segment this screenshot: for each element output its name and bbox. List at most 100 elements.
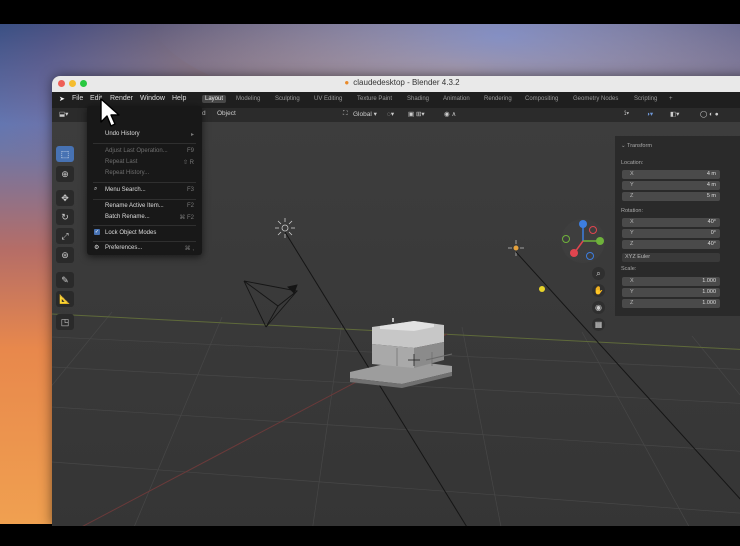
rotation-label: Rotation: [621,208,644,214]
field-axis: X [630,219,634,225]
document-icon: ● [344,78,350,87]
title-bar: ● claudedesktop - Blender 4.3.2 [52,76,740,93]
tab-rendering[interactable]: Rendering [481,95,515,103]
field-value: 1.000 [702,289,716,295]
menu-item-adjust-last-operation[interactable]: Adjust Last Operation... [105,148,168,154]
menu-separator [93,199,196,200]
scale-tool-icon[interactable]: ⤢ [56,228,74,244]
perspective-grid-icon[interactable]: ▦ [592,318,605,331]
chevron-down-icon: ▾ [373,111,377,118]
rotation-x-field[interactable]: X 40° [622,218,720,227]
lock-object-modes-checkbox[interactable]: ✓ [94,229,100,235]
rotation-mode-value: XYZ Euler [625,254,651,260]
menu-help[interactable]: Help [172,95,186,102]
field-axis: Z [630,241,634,247]
location-x-field[interactable]: X 4 m [622,170,720,179]
blender-logo-icon[interactable]: ➤ [59,95,65,103]
overlays-icon[interactable]: ◑▾ [646,110,653,118]
field-axis: X [630,171,634,177]
field-value: 5 m [706,193,716,199]
transform-header[interactable]: ⌄ Transform [621,143,652,149]
select-box-tool-icon[interactable]: ⬚ [56,146,74,162]
measure-tool-icon[interactable]: 📐 [56,291,74,307]
scale-label: Scale: [621,266,637,272]
viewport-gizmos-icon[interactable]: ⟟▾ [624,110,629,118]
menu-file[interactable]: File [72,95,83,102]
location-z-field[interactable]: Z 5 m [622,192,720,201]
rotation-mode-dropdown[interactable]: XYZ Euler [622,253,720,262]
location-label: Location: [621,160,644,166]
field-axis: Y [630,230,634,236]
window-title-text: claudedesktop - Blender 4.3.2 [353,78,460,87]
annotate-tool-icon[interactable]: ✎ [56,272,74,288]
add-menu[interactable]: d [202,110,206,117]
pan-hand-icon[interactable]: ✋ [592,284,605,297]
cursor-tool-icon[interactable]: ⊕ [56,166,74,182]
menu-separator [93,182,196,183]
tab-scripting[interactable]: Scripting [631,95,660,103]
menu-item-preferences[interactable]: Preferences... [105,245,142,251]
menu-item-rename-active-item[interactable]: Rename Active Item... [105,203,164,209]
menu-shortcut: F9 [186,148,194,154]
transform-header-label: Transform [627,143,652,149]
navigation-gizmo[interactable] [560,218,606,264]
field-value: 40° [707,219,716,225]
tab-compositing[interactable]: Compositing [522,95,561,103]
field-axis: Y [630,182,634,188]
orientation-value: Global [353,111,372,118]
transform-orientation-dropdown[interactable]: Global ▾ [353,110,377,118]
proportional-edit-icon[interactable]: ◉ ∧ [444,110,456,118]
scale-x-field[interactable]: X 1.000 [622,277,720,286]
tab-shading[interactable]: Shading [404,95,432,103]
search-icon: ⌕ [94,186,98,192]
object-menu[interactable]: Object [217,110,236,117]
location-y-field[interactable]: Y 4 m [622,181,720,190]
field-value: 1.000 [702,300,716,306]
add-workspace-button[interactable]: + [666,95,676,103]
move-tool-icon[interactable]: ✥ [56,190,74,206]
menu-separator [93,241,196,242]
field-value: 1.000 [702,278,716,284]
transform-tool-icon[interactable]: ⊛ [56,247,74,263]
scale-z-field[interactable]: Z 1.000 [622,299,720,308]
axis-gizmo-icon [561,219,605,263]
rotation-y-field[interactable]: Y 0° [622,229,720,238]
rotate-tool-icon[interactable]: ↻ [56,209,74,225]
xray-icon[interactable]: ◧▾ [670,110,679,118]
tab-modeling[interactable]: Modeling [233,95,263,103]
field-axis: Z [630,300,634,306]
zoom-icon[interactable]: ⌕ [592,267,605,280]
menu-item-batch-rename[interactable]: Batch Rename... [105,214,150,220]
menu-window[interactable]: Window [140,95,165,102]
editor-type-icon[interactable]: ⬓▾ [59,110,68,118]
field-value: 4 m [706,182,716,188]
menu-item-menu-search[interactable]: Menu Search... [105,187,146,193]
tab-texture-paint[interactable]: Texture Paint [354,95,395,103]
shading-mode-icons[interactable]: ◯ ◐ ● [700,110,719,118]
menu-item-undo-history[interactable]: Undo History [105,131,140,137]
camera-view-icon[interactable]: ◉ [592,301,605,314]
field-value: 40° [707,241,716,247]
menu-item-repeat-history[interactable]: Repeat History... [105,170,149,176]
scale-y-field[interactable]: Y 1.000 [622,288,720,297]
tab-sculpting[interactable]: Sculpting [272,95,303,103]
mouse-pointer-icon [100,98,120,127]
window-title: ● claudedesktop - Blender 4.3.2 [52,78,740,87]
gear-icon: ⚙ [94,245,100,251]
menu-shortcut: F3 [186,187,194,193]
rotation-z-field[interactable]: Z 40° [622,240,720,249]
tab-animation[interactable]: Animation [440,95,473,103]
tab-layout[interactable]: Layout [202,95,227,103]
tab-geometry-nodes[interactable]: Geometry Nodes [570,95,621,103]
pivot-icon[interactable]: ◌▾ [387,110,394,118]
menu-shortcut: ⇧ R [182,160,194,166]
menu-item-repeat-last[interactable]: Repeat Last [105,159,137,165]
menu-separator [93,143,196,144]
menu-item-lock-object-modes[interactable]: Lock Object Modes [105,230,156,236]
light-handle-dot[interactable] [539,286,545,292]
snap-icon[interactable]: ▣ ⊞▾ [408,110,425,118]
tab-uv-editing[interactable]: UV Editing [311,95,345,103]
add-cube-tool-icon[interactable]: ◳ [56,314,74,330]
menu-shortcut: F2 [186,203,194,209]
orientation-icon: ⛶ [343,110,348,117]
